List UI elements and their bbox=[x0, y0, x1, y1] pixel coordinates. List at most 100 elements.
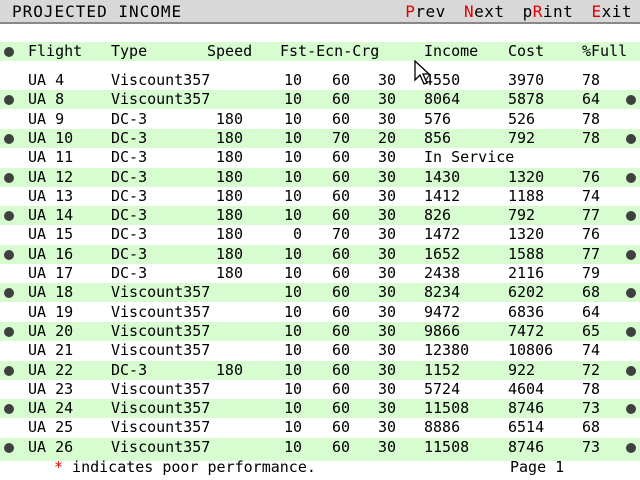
cell-income: 8234 bbox=[424, 283, 461, 302]
cell-income: 1412 bbox=[424, 186, 461, 205]
cell-income: In Service bbox=[424, 148, 515, 167]
cell-crg: 30 bbox=[377, 379, 396, 398]
table-row[interactable]: UA 25 Viscount357 10 60 30 8886 6514 68 bbox=[0, 418, 640, 437]
poor-performance-marker: * bbox=[54, 458, 64, 476]
cell-cost: 1320 bbox=[508, 225, 545, 244]
cell-type: DC-3 bbox=[111, 167, 148, 186]
cell-speed: 180 bbox=[215, 225, 243, 244]
next-menu-item[interactable]: Next bbox=[464, 2, 505, 21]
cell-type: DC-3 bbox=[111, 128, 148, 147]
cell-crg: 30 bbox=[377, 109, 396, 128]
cell-flight: UA 18 bbox=[28, 283, 74, 302]
cell-cost: 8746 bbox=[508, 399, 545, 418]
cell-fst: 10 bbox=[283, 206, 302, 225]
footer-note: * indicates poor performance. bbox=[54, 458, 316, 476]
cell-flight: UA 13 bbox=[28, 186, 74, 205]
cell-full: 73 bbox=[582, 437, 601, 456]
cell-cost: 7472 bbox=[508, 321, 545, 340]
table-row[interactable]: UA 21 Viscount357 10 60 30 12380 10806 74 bbox=[0, 341, 640, 360]
cell-flight: UA 24 bbox=[28, 399, 74, 418]
cell-crg: 30 bbox=[377, 71, 396, 89]
table-row[interactable]: UA 10 DC-3 180 10 70 20 856 792 78 bbox=[0, 129, 640, 148]
table-row[interactable]: UA 23 Viscount357 10 60 30 5724 4604 78 bbox=[0, 380, 640, 399]
cell-full: 64 bbox=[582, 90, 601, 109]
table-row[interactable]: UA 14 DC-3 180 10 60 30 826 792 77 bbox=[0, 206, 640, 225]
cell-speed: 180 bbox=[215, 128, 243, 147]
table-row[interactable]: UA 26 Viscount357 10 60 30 11508 8746 73 bbox=[0, 438, 640, 457]
table-row[interactable]: UA 20 Viscount357 10 60 30 9866 7472 65 bbox=[0, 322, 640, 341]
cell-speed: 180 bbox=[215, 244, 243, 263]
cell-full: 72 bbox=[582, 360, 601, 379]
cell-cost: 1320 bbox=[508, 167, 545, 186]
cell-income: 856 bbox=[424, 128, 452, 147]
prev-menu-item[interactable]: Prev bbox=[405, 2, 446, 21]
cell-cost: 6202 bbox=[508, 283, 545, 302]
cell-type: Viscount357 bbox=[111, 379, 211, 398]
cell-full: 68 bbox=[582, 283, 601, 302]
exit-menu-item[interactable]: Exit bbox=[591, 2, 632, 21]
table-row[interactable]: UA 11 DC-3 180 10 60 30 In Service bbox=[0, 148, 640, 167]
cell-crg: 30 bbox=[377, 264, 396, 282]
table-row[interactable]: UA 12 DC-3 180 10 60 30 1430 1320 76 bbox=[0, 168, 640, 187]
table-row[interactable]: UA 18 Viscount357 10 60 30 8234 6202 68 bbox=[0, 283, 640, 302]
table-row[interactable]: UA 8 Viscount357 10 60 30 8064 5878 64 bbox=[0, 90, 640, 109]
cell-ecn: 60 bbox=[331, 109, 350, 128]
cell-type: Viscount357 bbox=[111, 321, 211, 340]
cell-full: 64 bbox=[582, 302, 601, 321]
cell-crg: 30 bbox=[377, 341, 396, 360]
cell-full: 77 bbox=[582, 244, 601, 263]
column-header-type: Type bbox=[111, 42, 148, 60]
table-row[interactable]: UA 4 Viscount357 10 60 30 4550 3970 78 bbox=[0, 71, 640, 90]
cell-ecn: 60 bbox=[331, 90, 350, 109]
cell-full: 76 bbox=[582, 167, 601, 186]
cell-ecn: 70 bbox=[331, 128, 350, 147]
mouse-pointer-icon bbox=[414, 60, 430, 85]
cell-fst: 10 bbox=[283, 244, 302, 263]
cell-cost: 8746 bbox=[508, 437, 545, 456]
cell-full: 74 bbox=[582, 341, 601, 360]
cell-cost: 6836 bbox=[508, 302, 545, 321]
table-row[interactable]: UA 22 DC-3 180 10 60 30 1152 922 72 bbox=[0, 361, 640, 380]
header-row: Flight Type Speed Fst-Ecn-Crg Income Cost %Ful… bbox=[0, 42, 640, 61]
cell-flight: UA 19 bbox=[28, 302, 74, 321]
cell-type: Viscount357 bbox=[111, 399, 211, 418]
cell-ecn: 60 bbox=[331, 244, 350, 263]
cell-full: 65 bbox=[582, 321, 601, 340]
cell-cost: 1588 bbox=[508, 244, 545, 263]
cell-ecn: 60 bbox=[331, 186, 350, 205]
cell-crg: 30 bbox=[377, 302, 396, 321]
table-row[interactable]: UA 17 DC-3 180 10 60 30 2438 2116 79 bbox=[0, 264, 640, 283]
cell-cost: 526 bbox=[508, 109, 536, 128]
cell-speed: 180 bbox=[215, 360, 243, 379]
cell-income: 9472 bbox=[424, 302, 461, 321]
cell-income: 1472 bbox=[424, 225, 461, 244]
table-row[interactable]: UA 16 DC-3 180 10 60 30 1652 1588 77 bbox=[0, 245, 640, 264]
cell-type: Viscount357 bbox=[111, 90, 211, 109]
cell-cost: 922 bbox=[508, 360, 536, 379]
cell-fst: 10 bbox=[283, 360, 302, 379]
print-menu-item[interactable]: pRint bbox=[523, 2, 574, 21]
cell-full: 78 bbox=[582, 109, 601, 128]
cell-cost: 1188 bbox=[508, 186, 545, 205]
table-row[interactable]: UA 13 DC-3 180 10 60 30 1412 1188 74 bbox=[0, 187, 640, 206]
cell-income: 576 bbox=[424, 109, 452, 128]
cell-crg: 30 bbox=[377, 283, 396, 302]
cell-speed: 180 bbox=[215, 206, 243, 225]
cell-type: Viscount357 bbox=[111, 302, 211, 321]
cell-cost: 792 bbox=[508, 206, 536, 225]
cell-ecn: 60 bbox=[331, 321, 350, 340]
cell-flight: UA 4 bbox=[28, 71, 65, 89]
cell-flight: UA 15 bbox=[28, 225, 74, 244]
cell-fst: 10 bbox=[283, 148, 302, 167]
cell-income: 1152 bbox=[424, 360, 461, 379]
table-row[interactable]: UA 24 Viscount357 10 60 30 11508 8746 73 bbox=[0, 399, 640, 418]
cell-type: DC-3 bbox=[111, 109, 148, 128]
cell-flight: UA 11 bbox=[28, 148, 74, 167]
cell-fst: 10 bbox=[283, 418, 302, 437]
cell-fst: 10 bbox=[283, 283, 302, 302]
table-row[interactable]: UA 15 DC-3 180 0 70 30 1472 1320 76 bbox=[0, 225, 640, 244]
title-bar: PROJECTED INCOME Prev Next pRint Exit bbox=[0, 0, 640, 24]
table-row[interactable]: UA 19 Viscount357 10 60 30 9472 6836 64 bbox=[0, 303, 640, 322]
table-row[interactable]: UA 9 DC-3 180 10 60 30 576 526 78 bbox=[0, 110, 640, 129]
cell-type: Viscount357 bbox=[111, 341, 211, 360]
